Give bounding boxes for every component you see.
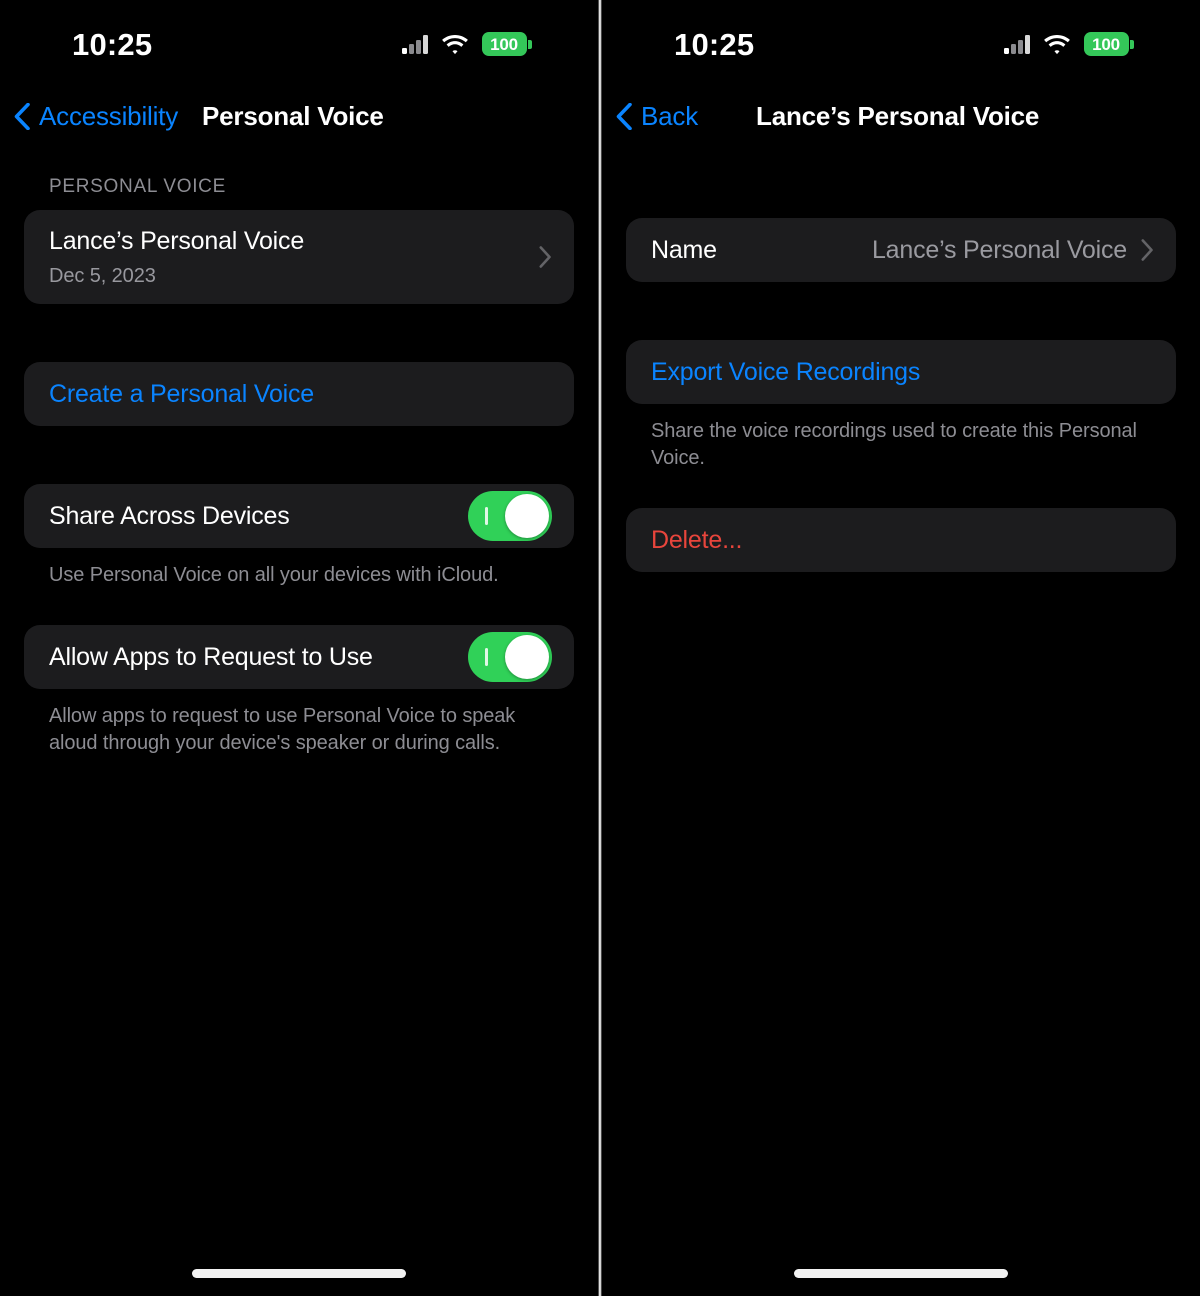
delete-card: Delete... [626,508,1176,572]
nav-bar-left: Accessibility Personal Voice [0,88,598,144]
row-name[interactable]: Name Lance’s Personal Voice [626,218,1176,282]
cellular-bars-icon [1004,34,1030,54]
name-label: Name [651,235,717,264]
footnote-share-across-devices: Use Personal Voice on all your devices w… [49,564,499,587]
back-button-accessibility[interactable]: Accessibility [14,101,178,131]
cellular-bars-icon [402,34,428,54]
section-header-personal-voice: PERSONAL VOICE [49,176,226,197]
battery-icon: 100 [481,32,532,56]
row-allow-apps-to-request[interactable]: Allow Apps to Request to Use [24,625,574,689]
voice-item-title: Lance’s Personal Voice [49,227,305,255]
battery-icon: 100 [1083,32,1134,56]
right-phone-screen: 10:25 100 Back Lance’s Personal Voice Na… [602,0,1200,1296]
back-button-label: Back [641,101,699,131]
list-item-personal-voice[interactable]: Lance’s Personal Voice Dec 5, 2023 [24,210,574,304]
delete-button[interactable]: Delete... [626,508,1176,572]
back-button[interactable]: Back [616,101,699,131]
chevron-right-icon [539,246,551,268]
row-share-across-devices[interactable]: Share Across Devices [24,484,574,548]
home-indicator-left [192,1269,406,1278]
toggle-allow-apps-to-request[interactable] [468,632,552,683]
battery-percent-label: 100 [1092,34,1120,54]
share-across-devices-card: Share Across Devices [24,484,574,549]
allow-apps-request-card: Allow Apps to Request to Use [24,625,574,690]
allow-apps-label: Allow Apps to Request to Use [49,642,373,671]
create-personal-voice-label: Create a Personal Voice [49,379,315,408]
right-settings-content: Name Lance’s Personal Voice Export Voice… [602,154,1200,572]
name-value: Lance’s Personal Voice [871,235,1127,264]
create-voice-card: Create a Personal Voice [24,362,574,427]
left-phone-screen: 10:25 100 Accessibility Personal Voice P… [0,0,598,1296]
voice-card: Lance’s Personal Voice Dec 5, 2023 [24,210,574,305]
export-card: Export Voice Recordings [626,340,1176,404]
status-time: 10:25 [674,26,755,62]
battery-percent-label: 100 [490,34,518,54]
wifi-icon [1043,34,1070,54]
export-voice-recordings-label: Export Voice Recordings [651,357,921,386]
status-bar-left: 10:25 100 [0,0,598,88]
left-settings-content: PERSONAL VOICE Lance’s Personal Voice De… [0,154,598,757]
chevron-left-icon [14,102,30,130]
status-time: 10:25 [72,26,153,62]
status-indicators: 100 [1004,32,1134,56]
footnote-export: Share the voice recordings used to creat… [651,420,1137,469]
page-title: Lance’s Personal Voice [756,101,1040,131]
page-title: Personal Voice [202,101,384,131]
name-card: Name Lance’s Personal Voice [626,218,1176,282]
share-across-devices-label: Share Across Devices [49,501,290,530]
delete-label: Delete... [651,525,743,554]
status-bar-right: 10:25 100 [602,0,1200,88]
dual-screenshot-container: 10:25 100 Accessibility Personal Voice P… [0,0,1200,1296]
voice-item-date: Dec 5, 2023 [49,265,156,288]
create-personal-voice-button[interactable]: Create a Personal Voice [24,362,574,426]
export-voice-recordings-button[interactable]: Export Voice Recordings [626,340,1176,404]
toggle-share-across-devices[interactable] [468,491,552,542]
chevron-right-icon [1141,239,1153,261]
chevron-left-icon [616,102,632,130]
wifi-icon [441,34,468,54]
home-indicator-right [794,1269,1008,1278]
nav-bar-right: Back Lance’s Personal Voice [602,88,1200,144]
footnote-allow-apps-to-request: Allow apps to request to use Personal Vo… [49,705,516,755]
back-button-label: Accessibility [39,101,178,131]
status-indicators: 100 [402,32,532,56]
